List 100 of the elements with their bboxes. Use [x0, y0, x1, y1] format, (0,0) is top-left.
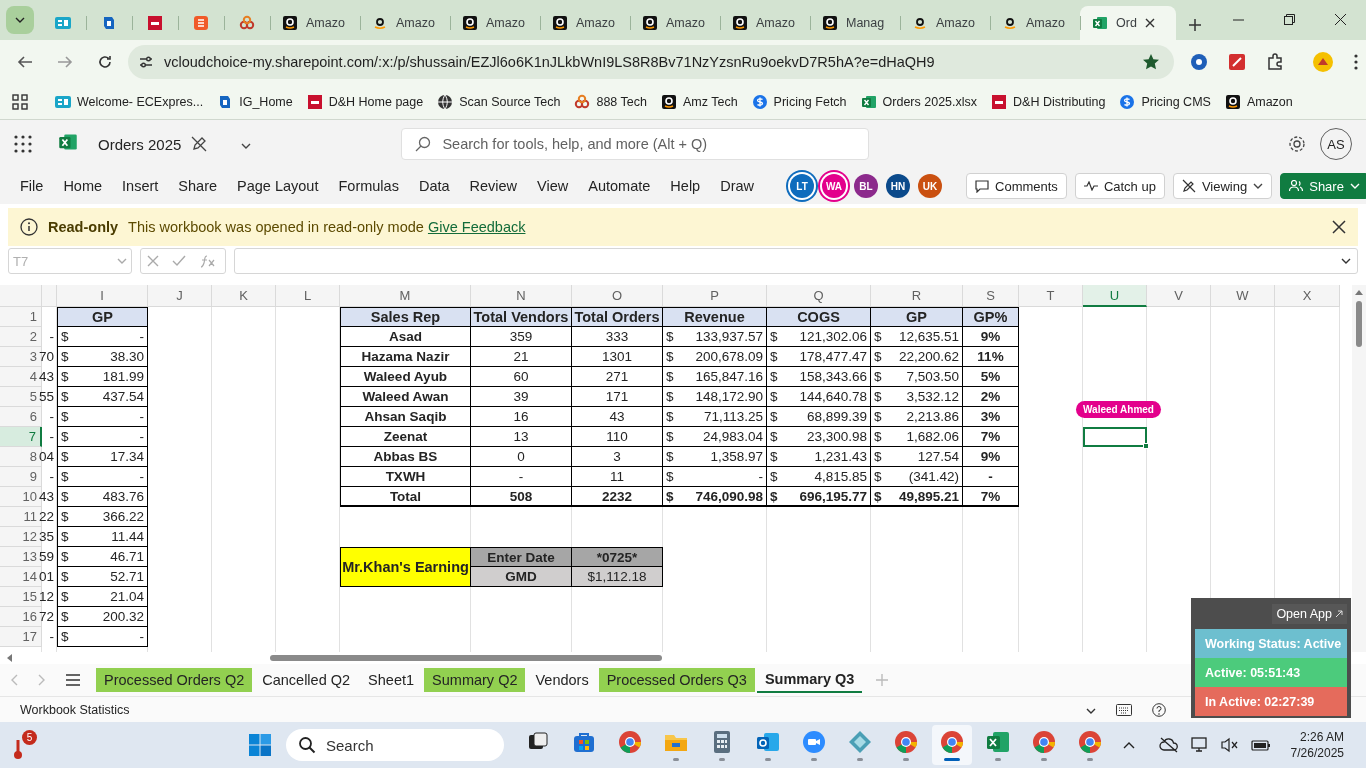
- column-header[interactable]: M: [340, 285, 471, 307]
- back-icon[interactable]: [17, 54, 33, 70]
- sheet-tab[interactable]: Vendors: [527, 668, 597, 692]
- battery-icon[interactable]: [1250, 739, 1271, 751]
- browser-tab[interactable]: Amazo: [540, 6, 630, 40]
- collaborator-avatar[interactable]: BL: [854, 174, 878, 198]
- browser-tab[interactable]: Amazo: [360, 6, 450, 40]
- clock[interactable]: 2:26 AM 7/26/2025: [1290, 729, 1344, 761]
- forward-icon[interactable]: [57, 54, 73, 70]
- row-header[interactable]: 9: [0, 467, 42, 487]
- chrome-icon[interactable]: [1031, 729, 1057, 755]
- selected-cell[interactable]: [1083, 427, 1147, 447]
- feedback-link[interactable]: Give Feedback: [427, 219, 526, 235]
- extension-icon[interactable]: [1190, 53, 1208, 71]
- row-header[interactable]: 2: [0, 327, 42, 347]
- row-header[interactable]: 1: [0, 307, 42, 327]
- status-label[interactable]: Workbook Statistics: [20, 702, 130, 717]
- column-header[interactable]: P: [663, 285, 767, 307]
- settings-icon[interactable]: [1288, 135, 1306, 153]
- scrollbar-thumb[interactable]: [1356, 301, 1362, 347]
- column-header[interactable]: K: [212, 285, 276, 307]
- column-header[interactable]: J: [148, 285, 212, 307]
- site-settings-icon[interactable]: [138, 54, 154, 70]
- sheet-tab[interactable]: Summary Q3: [756, 667, 863, 693]
- speaker-muted-icon[interactable]: [1220, 737, 1239, 753]
- star-icon[interactable]: [1142, 53, 1160, 71]
- column-header[interactable]: I: [57, 285, 148, 307]
- close-icon[interactable]: [1144, 18, 1155, 28]
- diamond-icon[interactable]: [847, 729, 873, 755]
- bookmark[interactable]: IG_Home: [212, 90, 298, 113]
- menu-tab[interactable]: View: [527, 174, 579, 198]
- menu-tab[interactable]: Home: [53, 174, 113, 198]
- close-icon[interactable]: [1332, 220, 1346, 234]
- bookmark[interactable]: Scan Source Tech: [432, 90, 566, 113]
- scroll-left-icon[interactable]: [6, 654, 12, 662]
- display-icon[interactable]: [1190, 737, 1209, 753]
- sheet-tab[interactable]: Summary Q2: [424, 668, 526, 692]
- scroll-up-icon[interactable]: [1355, 289, 1363, 295]
- new-tab-icon[interactable]: [1188, 18, 1202, 32]
- keyboard-icon[interactable]: [1116, 703, 1132, 716]
- bookmark[interactable]: D&H Home page: [301, 90, 429, 113]
- collaborator-avatar[interactable]: UK: [918, 174, 942, 198]
- help-icon[interactable]: [1152, 702, 1166, 717]
- browser-tab[interactable]: Ord: [1080, 6, 1176, 40]
- chrome-icon[interactable]: [893, 729, 919, 755]
- catchup-button[interactable]: Catch up: [1074, 173, 1165, 199]
- menu-tab[interactable]: Review: [459, 174, 528, 198]
- row-header[interactable]: 7: [0, 427, 42, 447]
- browser-tab[interactable]: Amazo: [900, 6, 990, 40]
- column-header[interactable]: T: [1019, 285, 1083, 307]
- browser-tab[interactable]: Manag: [810, 6, 900, 40]
- menu-tab[interactable]: File: [10, 174, 54, 198]
- menu-tab[interactable]: Draw: [710, 174, 764, 198]
- viewing-button[interactable]: Viewing: [1172, 173, 1273, 199]
- bookmark[interactable]: Amazon: [1219, 90, 1298, 113]
- chrome-icon[interactable]: [617, 729, 643, 755]
- browser-tab[interactable]: Amazo: [270, 6, 360, 40]
- browser-tab[interactable]: Amazo: [450, 6, 540, 40]
- menu-tab[interactable]: Page Layout: [227, 174, 329, 198]
- bookmark[interactable]: Welcome- ECExpres...: [50, 90, 209, 113]
- document-title[interactable]: Orders 2025: [98, 135, 182, 153]
- row-header[interactable]: 6: [0, 407, 42, 427]
- menu-tab[interactable]: Automate: [578, 174, 661, 198]
- column-header[interactable]: S: [963, 285, 1019, 307]
- menu-tab[interactable]: Data: [408, 174, 460, 198]
- collaborator-avatar[interactable]: WA: [822, 174, 846, 198]
- tab-search-button[interactable]: [6, 6, 34, 34]
- chevron-up-icon[interactable]: [1122, 741, 1135, 749]
- chrome-icon[interactable]: [1077, 729, 1103, 755]
- pen-off-icon[interactable]: [191, 136, 208, 152]
- open-app-button[interactable]: Open App: [1272, 604, 1347, 624]
- sheet-tab[interactable]: Processed Orders Q3: [598, 668, 755, 692]
- bookmark[interactable]: Orders 2025.xlsx: [855, 90, 983, 113]
- share-button[interactable]: Share: [1280, 173, 1366, 199]
- column-header[interactable]: X: [1275, 285, 1340, 307]
- browser-tab[interactable]: Amazo: [720, 6, 810, 40]
- bookmark[interactable]: Amz Tech: [655, 90, 743, 113]
- menu-icon[interactable]: [66, 674, 80, 686]
- bookmark[interactable]: Pricing CMS: [1114, 90, 1216, 113]
- collaborator-avatar[interactable]: LT: [790, 174, 814, 198]
- row-header[interactable]: 17: [0, 627, 42, 647]
- sheet-tab[interactable]: Processed Orders Q2: [96, 668, 253, 692]
- column-header[interactable]: L: [276, 285, 340, 307]
- browser-tab[interactable]: Amazo: [990, 6, 1080, 40]
- address-bar[interactable]: vcloudchoice-my.sharepoint.com/:x:/p/shussain/EZJl6o6K1nJLkbWnI9LS8R8Bv71NzYzsnRu9oekvD7R5hA?e=dHaQH9: [128, 45, 1174, 79]
- chrome-icon[interactable]: [939, 729, 965, 755]
- column-header[interactable]: O: [572, 285, 663, 307]
- video-icon[interactable]: [801, 729, 827, 755]
- puzzle-icon[interactable]: [1266, 53, 1284, 71]
- browser-tab[interactable]: Amazo: [630, 6, 720, 40]
- apps-icon[interactable]: [12, 93, 28, 110]
- column-header[interactable]: W: [1211, 285, 1275, 307]
- column-header[interactable]: N: [471, 285, 572, 307]
- formula-field[interactable]: [234, 248, 1358, 274]
- menu-tab[interactable]: Share: [168, 174, 228, 198]
- menu-tab[interactable]: Formulas: [328, 174, 409, 198]
- app-launcher-icon[interactable]: [14, 135, 32, 153]
- bookmark[interactable]: 888 Tech: [569, 90, 652, 113]
- column-header[interactable]: U: [1083, 285, 1147, 307]
- sheet-tab[interactable]: Sheet1: [360, 668, 423, 692]
